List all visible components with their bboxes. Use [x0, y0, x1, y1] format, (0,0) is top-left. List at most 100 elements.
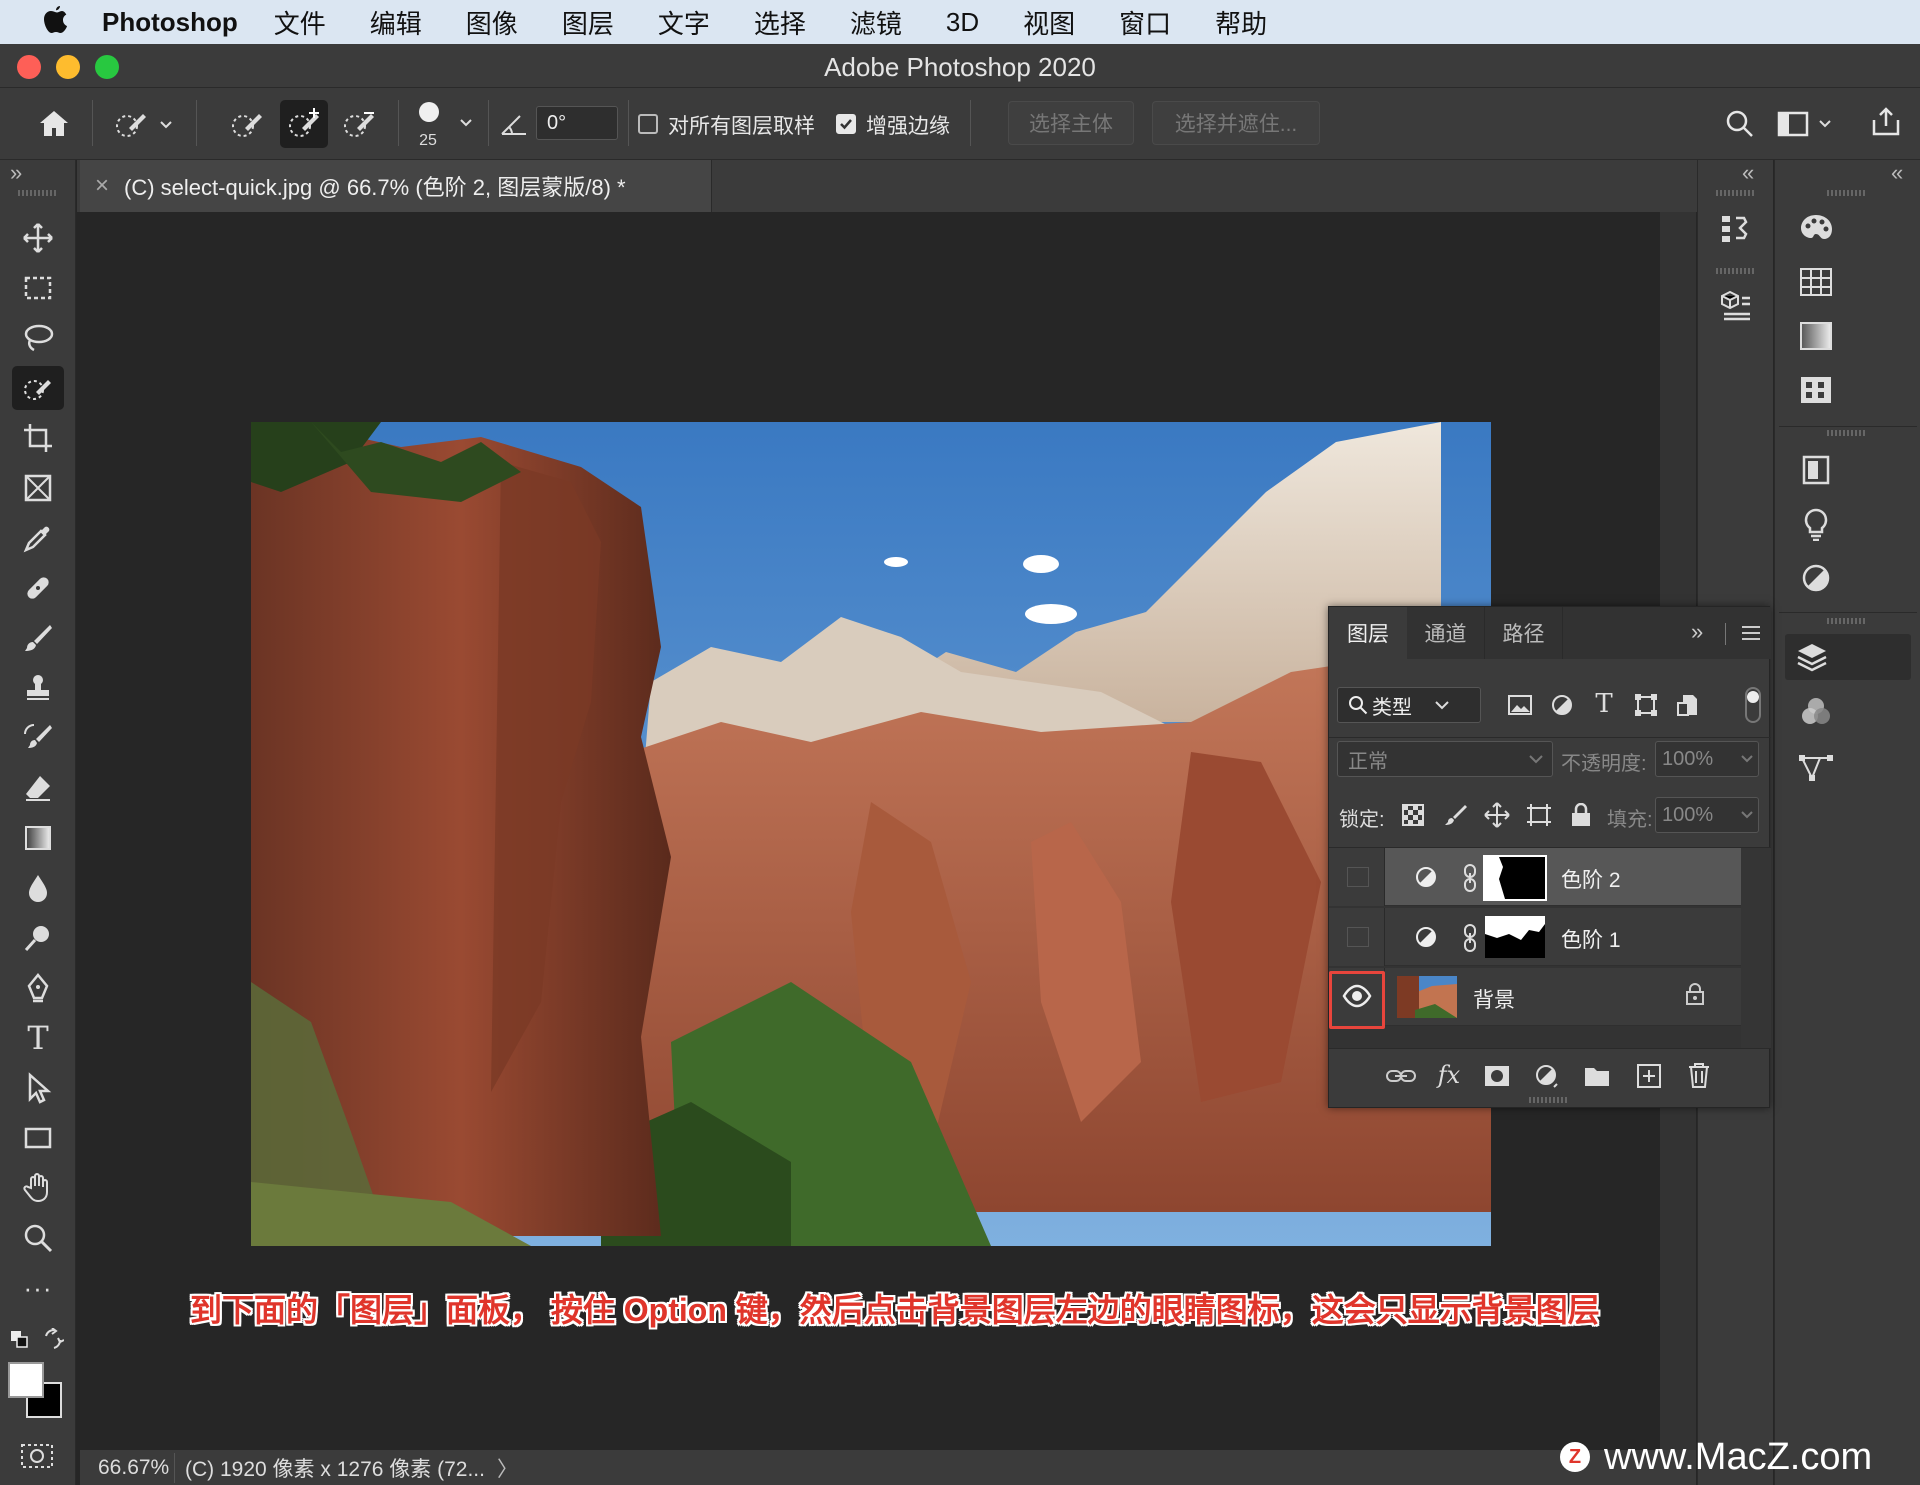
menu-type[interactable]: 文字	[658, 4, 710, 41]
panel-menu-icon[interactable]	[1741, 625, 1761, 641]
opacity-input[interactable]: 100%	[1655, 741, 1759, 777]
channels-panel-icon[interactable]	[1791, 688, 1841, 736]
link-layers-icon[interactable]	[1383, 1059, 1419, 1093]
zoom-tool-icon[interactable]	[12, 1216, 64, 1260]
select-subject-button[interactable]: 选择主体	[1008, 101, 1134, 145]
angle-input[interactable]: 0°	[536, 106, 618, 140]
select-and-mask-button[interactable]: 选择并遮住...	[1152, 101, 1320, 145]
document-tab[interactable]: × (C) select-quick.jpg @ 66.7% (色阶 2, 图层…	[80, 160, 712, 212]
background-layer-thumbnail[interactable]	[1397, 976, 1457, 1018]
lasso-tool-icon[interactable]	[12, 316, 64, 360]
clone-stamp-tool-icon[interactable]	[12, 666, 64, 710]
frame-tool-icon[interactable]	[12, 466, 64, 510]
menu-select[interactable]: 选择	[754, 4, 806, 41]
apple-icon[interactable]	[36, 5, 76, 39]
new-layer-icon[interactable]	[1631, 1059, 1667, 1093]
learn-lightbulb-icon[interactable]	[1791, 500, 1841, 548]
color-palette-icon[interactable]	[1791, 204, 1841, 252]
lock-artboard-icon[interactable]	[1523, 799, 1555, 831]
dock2-collapse-icon[interactable]: «	[1891, 160, 1903, 186]
filter-pixel-icon[interactable]	[1505, 689, 1535, 721]
layer-name[interactable]: 色阶 2	[1561, 864, 1621, 894]
gradients-panel-icon[interactable]	[1791, 312, 1841, 360]
sample-all-layers-checkbox[interactable]	[638, 114, 658, 134]
add-to-selection-icon[interactable]	[280, 100, 328, 148]
dodge-tool-icon[interactable]	[12, 916, 64, 960]
new-adjustment-layer-icon[interactable]	[1529, 1059, 1565, 1093]
path-selection-tool-icon[interactable]	[12, 1066, 64, 1110]
layer-name[interactable]: 背景	[1473, 984, 1515, 1014]
add-mask-icon[interactable]	[1479, 1059, 1515, 1093]
type-tool-icon[interactable]: T	[12, 1016, 64, 1060]
history-panel-icon[interactable]	[1712, 204, 1760, 252]
layer-row-background[interactable]: 背景	[1329, 968, 1741, 1026]
toolbar-grip[interactable]	[18, 190, 56, 196]
menu-app-name[interactable]: Photoshop	[102, 7, 238, 38]
fill-input[interactable]: 100%	[1655, 797, 1759, 833]
layer-mask-thumbnail[interactable]	[1483, 855, 1547, 901]
brush-tool-icon[interactable]	[12, 616, 64, 660]
marquee-tool-icon[interactable]	[12, 266, 64, 310]
menu-filter[interactable]: 滤镜	[850, 4, 902, 41]
mask-link-chain-icon[interactable]	[1463, 924, 1477, 952]
layer-row-levels-1[interactable]: 色阶 1	[1329, 908, 1741, 966]
mask-link-chain-icon[interactable]	[1463, 864, 1477, 892]
paths-panel-icon[interactable]	[1791, 742, 1841, 790]
filter-toggle-switch[interactable]	[1745, 687, 1761, 723]
workspace-switcher-icon[interactable]	[1776, 104, 1836, 144]
close-tab-icon[interactable]: ×	[80, 172, 124, 200]
visibility-toggle-empty[interactable]	[1347, 867, 1369, 887]
dock1-collapse-icon[interactable]: «	[1742, 160, 1754, 186]
patterns-panel-icon[interactable]	[1791, 366, 1841, 414]
brush-size-picker[interactable]: 25	[410, 96, 476, 152]
layer-mask-thumbnail[interactable]	[1485, 916, 1545, 958]
properties-3d-panel-icon[interactable]	[1712, 282, 1760, 330]
lock-image-pixels-icon[interactable]	[1439, 799, 1471, 831]
lock-all-icon[interactable]	[1565, 799, 1597, 831]
lock-position-icon[interactable]	[1481, 799, 1513, 831]
layer-filter-dropdown[interactable]: 类型	[1337, 687, 1481, 723]
swap-colors-icon[interactable]	[42, 1328, 64, 1350]
hand-tool-icon[interactable]	[12, 1166, 64, 1210]
quick-mask-icon[interactable]	[20, 1442, 54, 1470]
enhance-edge-checkbox[interactable]	[836, 114, 856, 134]
layer-name[interactable]: 色阶 1	[1561, 924, 1621, 954]
layer-list-scrollbar[interactable]	[1741, 848, 1771, 1048]
zoom-level[interactable]: 66.67%	[80, 1456, 169, 1480]
menu-edit[interactable]: 编辑	[370, 4, 422, 41]
eyedropper-tool-icon[interactable]	[12, 516, 64, 560]
gradient-tool-icon[interactable]	[12, 816, 64, 860]
status-menu-arrow[interactable]: 〉	[497, 1453, 518, 1483]
menu-layer[interactable]: 图层	[562, 4, 614, 41]
pen-tool-icon[interactable]	[12, 966, 64, 1010]
layer-row-levels-2[interactable]: 色阶 2	[1329, 848, 1741, 906]
delete-layer-trash-icon[interactable]	[1681, 1057, 1717, 1093]
panel-collapse-icon[interactable]: »	[1691, 619, 1703, 645]
blur-tool-icon[interactable]	[12, 866, 64, 910]
layers-panel-icon[interactable]	[1785, 634, 1911, 680]
menu-3d[interactable]: 3D	[946, 7, 979, 38]
history-brush-tool-icon[interactable]	[12, 716, 64, 760]
move-tool-icon[interactable]	[12, 216, 64, 260]
tab-layers[interactable]: 图层	[1329, 607, 1407, 659]
menu-window[interactable]: 窗口	[1119, 4, 1171, 41]
share-icon[interactable]	[1866, 102, 1906, 142]
layer-style-fx-icon[interactable]: fx	[1429, 1057, 1469, 1093]
menu-help[interactable]: 帮助	[1215, 4, 1267, 41]
filter-type-icon[interactable]: T	[1589, 687, 1619, 721]
foreground-color-swatch[interactable]	[8, 1362, 44, 1398]
adjustments-panel-icon[interactable]	[1791, 554, 1841, 602]
new-selection-icon[interactable]	[224, 102, 270, 146]
quick-selection-tool-icon[interactable]	[12, 366, 64, 410]
libraries-panel-icon[interactable]	[1791, 446, 1841, 494]
home-icon[interactable]	[32, 102, 76, 146]
collapse-toolbar-icon[interactable]: »	[10, 160, 22, 186]
eraser-tool-icon[interactable]	[12, 766, 64, 810]
tab-channels[interactable]: 通道	[1407, 607, 1485, 659]
rectangle-tool-icon[interactable]	[12, 1116, 64, 1160]
tab-paths[interactable]: 路径	[1485, 607, 1563, 659]
swatches-grid-icon[interactable]	[1791, 258, 1841, 306]
filter-adjustment-icon[interactable]	[1547, 689, 1577, 721]
lock-transparent-pixels-icon[interactable]	[1397, 799, 1429, 831]
crop-tool-icon[interactable]	[12, 416, 64, 460]
